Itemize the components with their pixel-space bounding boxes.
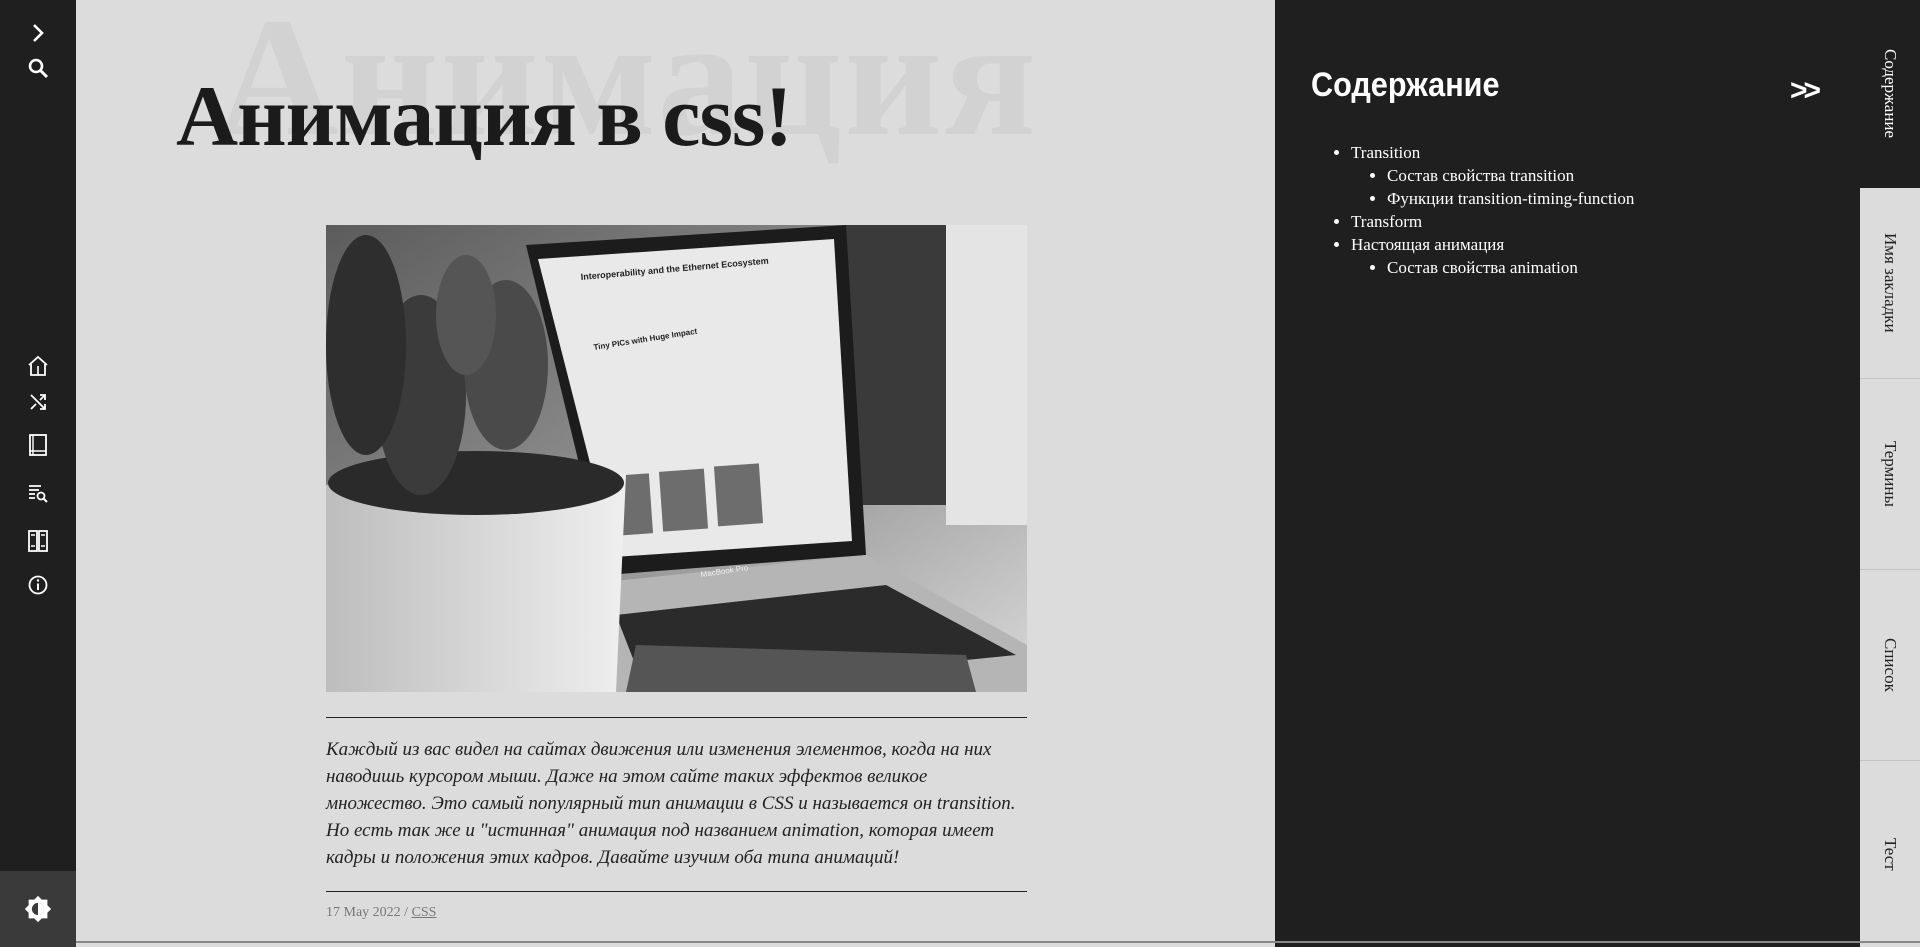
toc-panel: Содержание >> Transition Состав свойства… <box>1275 0 1860 947</box>
tab-list[interactable]: Список <box>1860 570 1920 761</box>
divider <box>326 717 1027 718</box>
toc-item[interactable]: Transition Состав свойства transition Фу… <box>1351 141 1831 210</box>
theme-toggle-button[interactable] <box>0 871 76 947</box>
post-date: 17 May 2022 <box>326 905 401 920</box>
meta-separator: / <box>400 905 412 920</box>
info-icon[interactable] <box>24 571 52 599</box>
toc-title: Содержание <box>1311 66 1500 104</box>
divider <box>326 891 1027 892</box>
toc-list: Transition Состав свойства transition Фу… <box>1351 141 1831 279</box>
search-list-icon[interactable] <box>24 479 52 507</box>
toc-item[interactable]: Transform <box>1351 210 1831 233</box>
hero-image: Interoperability and the Ethernet Ecosys… <box>326 225 1027 692</box>
left-sidebar <box>0 0 76 947</box>
post-meta: 17 May 2022 / CSS <box>326 905 436 921</box>
book-icon[interactable] <box>24 431 52 459</box>
shuffle-icon[interactable] <box>24 388 52 416</box>
toc-subitem[interactable]: Состав свойства animation <box>1387 256 1831 279</box>
collapse-toc-button[interactable]: >> <box>1790 74 1821 108</box>
vertical-tabs: Содержание Имя закладки Термины Список Т… <box>1860 0 1920 947</box>
page-title: Анимация в css! <box>176 68 793 164</box>
tab-contents[interactable]: Содержание <box>1860 0 1920 188</box>
search-icon[interactable] <box>24 54 52 82</box>
theme-toggle-icon <box>24 895 52 923</box>
toc-item[interactable]: Настоящая анимация Состав свойства anima… <box>1351 233 1831 279</box>
bottom-border <box>76 941 1920 943</box>
tab-test[interactable]: Тест <box>1860 761 1920 947</box>
library-icon[interactable] <box>24 527 52 555</box>
expand-icon[interactable] <box>24 19 52 47</box>
home-icon[interactable] <box>24 352 52 380</box>
toc-subitem[interactable]: Состав свойства transition <box>1387 164 1831 187</box>
intro-paragraph: Каждый из вас видел на сайтах движения и… <box>326 739 1016 868</box>
category-link[interactable]: CSS <box>412 905 437 920</box>
toc-subitem[interactable]: Функции transition-timing-function <box>1387 187 1831 210</box>
tab-bookmark[interactable]: Имя закладки <box>1860 188 1920 379</box>
article-area: Анимация Анимация в css! Interoperabilit… <box>76 0 1275 947</box>
tab-terms[interactable]: Термины <box>1860 379 1920 570</box>
